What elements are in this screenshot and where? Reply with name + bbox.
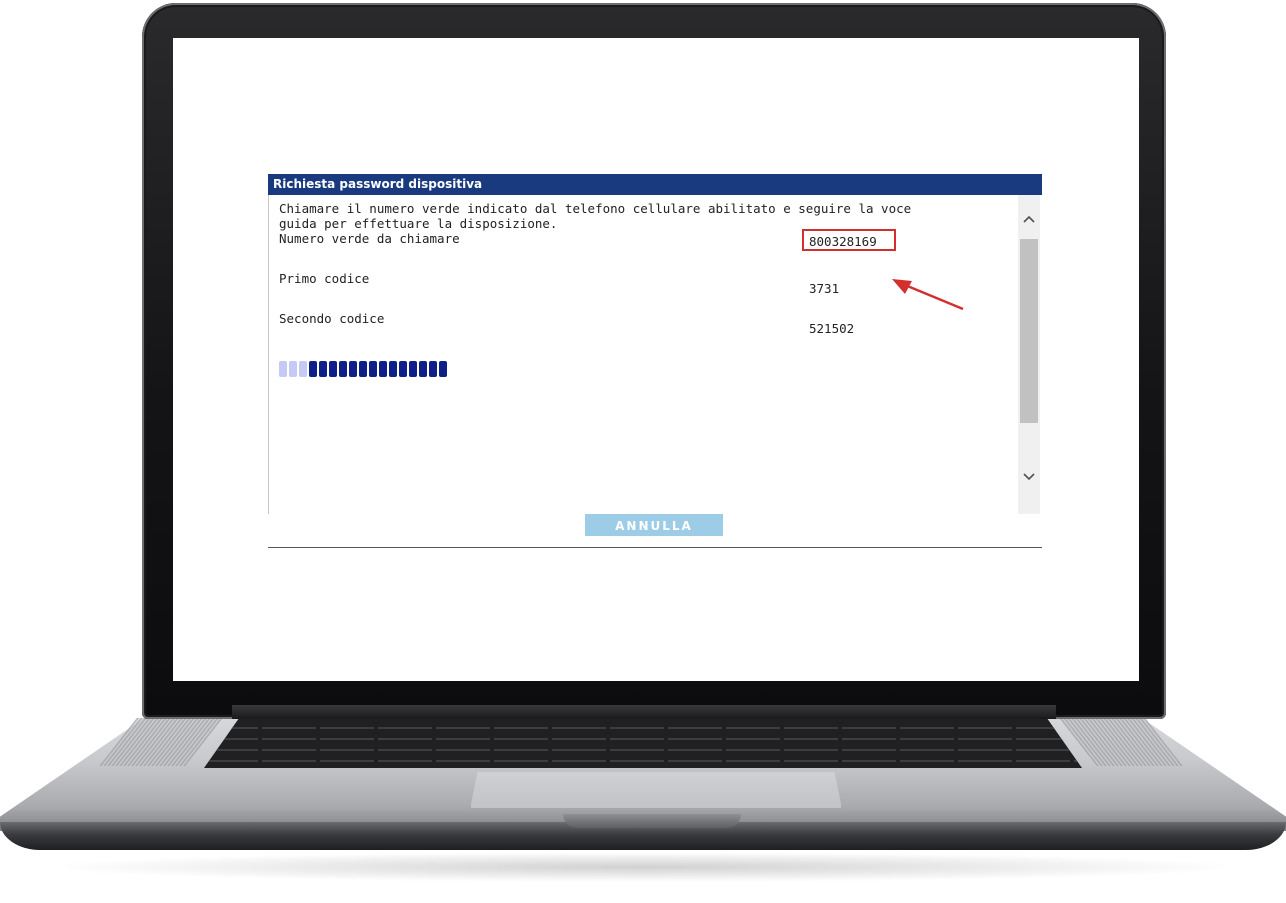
progress-segment (369, 361, 377, 377)
laptop-shadow (40, 852, 1246, 882)
progress-segment (359, 361, 367, 377)
progress-segment (349, 361, 357, 377)
dialog-button-bar: ANNULLA (268, 514, 1042, 548)
arrow-icon (892, 279, 964, 311)
chevron-up-icon[interactable] (1018, 209, 1040, 231)
progress-segment (339, 361, 347, 377)
progress-segment (399, 361, 407, 377)
progress-segment (289, 361, 297, 377)
progress-segment (409, 361, 417, 377)
instructions-line-1: Chiamare il numero verde indicato dal te… (279, 201, 912, 216)
scrollbar-thumb[interactable] (1020, 239, 1038, 423)
laptop-notch (563, 814, 741, 828)
progress-segment (419, 361, 427, 377)
progress-segment (379, 361, 387, 377)
second-code-value: 521502 (809, 321, 855, 336)
progress-segment (319, 361, 327, 377)
progress-segment (439, 361, 447, 377)
laptop-screen: Richiesta password dispositiva Chiamare … (173, 38, 1139, 681)
progress-segment (299, 361, 307, 377)
password-request-dialog: Richiesta password dispositiva Chiamare … (268, 174, 1043, 548)
instructions-line-2: guida per effettuare la disposizione. (279, 216, 558, 231)
progress-segment (279, 361, 287, 377)
first-code-label: Primo codice (279, 271, 370, 286)
second-code-row: Secondo codice 521502 (279, 311, 1009, 351)
cancel-button[interactable]: ANNULLA (585, 514, 723, 536)
dialog-title: Richiesta password dispositiva (268, 174, 1042, 195)
toll-free-number-label: Numero verde da chiamare (279, 231, 460, 246)
instructions-text: Chiamare il numero verde indicato dal te… (279, 201, 1009, 231)
laptop-keyboard (204, 718, 1082, 768)
second-code-label: Secondo codice (279, 311, 385, 326)
scrollbar[interactable] (1018, 195, 1040, 514)
progress-segment (309, 361, 317, 377)
laptop-trackpad (470, 772, 842, 809)
progress-segment (329, 361, 337, 377)
progress-indicator (279, 361, 449, 377)
progress-segment (389, 361, 397, 377)
chevron-down-icon[interactable] (1018, 467, 1040, 489)
laptop-hinge (232, 705, 1056, 719)
progress-segment (429, 361, 437, 377)
